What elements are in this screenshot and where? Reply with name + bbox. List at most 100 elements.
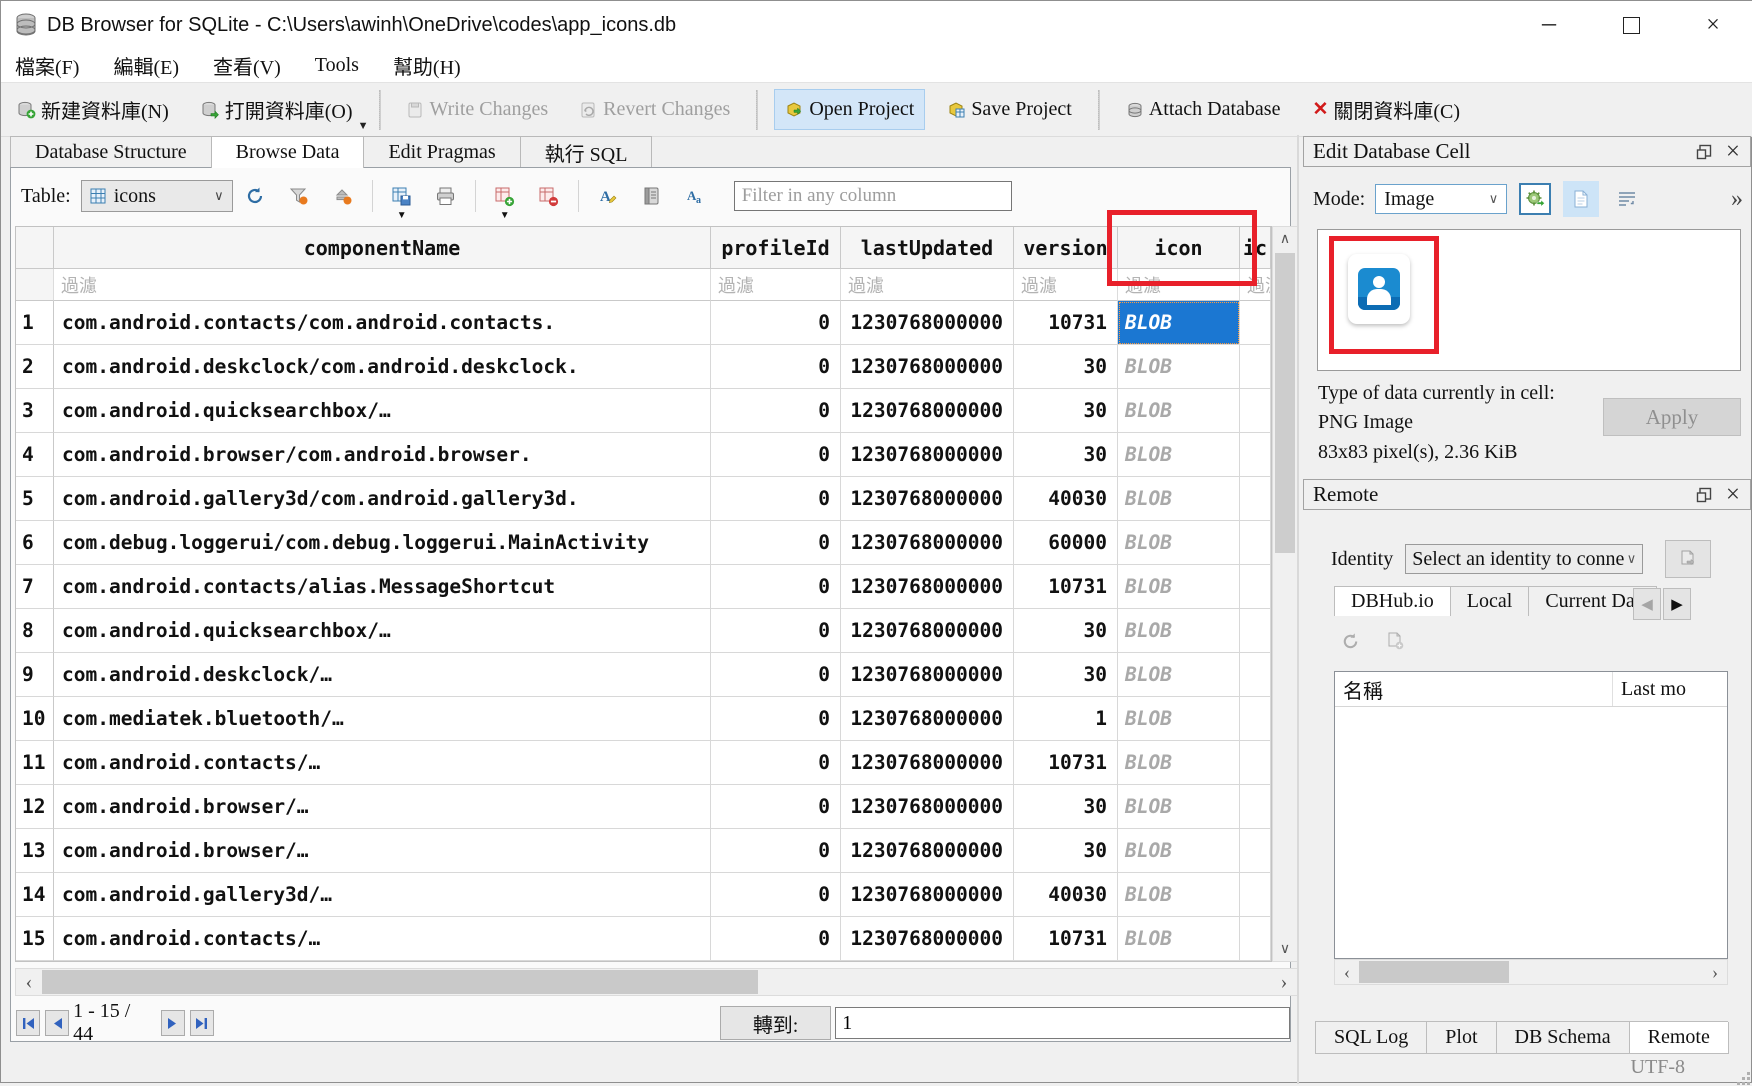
- write-changes-button[interactable]: Write Changes: [397, 90, 559, 129]
- cell-extra[interactable]: [1240, 565, 1271, 609]
- cell-icon[interactable]: BLOB: [1118, 697, 1240, 741]
- cell-icon[interactable]: BLOB: [1118, 741, 1240, 785]
- cell-version[interactable]: 30: [1014, 389, 1118, 433]
- menu-view[interactable]: 查看(V): [213, 51, 281, 80]
- cell-extra[interactable]: [1240, 477, 1271, 521]
- insert-record-button[interactable]: ▼: [488, 180, 522, 212]
- cell-profileId[interactable]: 0: [711, 345, 841, 389]
- cell-icon[interactable]: BLOB: [1118, 873, 1240, 917]
- cell-version[interactable]: 40030: [1014, 477, 1118, 521]
- float-panel-icon[interactable]: [1696, 144, 1712, 160]
- last-page-button[interactable]: [190, 1010, 214, 1036]
- remote-refresh-icon[interactable]: [1341, 632, 1360, 651]
- cell-lastUpdated[interactable]: 1230768000000: [841, 653, 1014, 697]
- clear-filter-button[interactable]: [326, 180, 360, 212]
- cell-version[interactable]: 10731: [1014, 917, 1118, 961]
- scroll-right-button[interactable]: ›: [1703, 960, 1727, 984]
- cell-profileId[interactable]: 0: [711, 477, 841, 521]
- revert-changes-button[interactable]: Revert Changes: [570, 90, 740, 129]
- cell-version[interactable]: 30: [1014, 609, 1118, 653]
- attach-database-button[interactable]: Attach Database: [1116, 90, 1291, 129]
- cell-icon[interactable]: BLOB: [1118, 829, 1240, 873]
- cell-version[interactable]: 30: [1014, 785, 1118, 829]
- cell-version[interactable]: 10731: [1014, 741, 1118, 785]
- close-button[interactable]: ×: [1683, 1, 1743, 49]
- remote-col-last-modified[interactable]: Last mo: [1613, 672, 1727, 706]
- cell-lastUpdated[interactable]: 1230768000000: [841, 565, 1014, 609]
- cell-extra[interactable]: [1240, 653, 1271, 697]
- cell-lastUpdated[interactable]: 1230768000000: [841, 873, 1014, 917]
- cell-extra[interactable]: [1240, 697, 1271, 741]
- dictionary-button[interactable]: [635, 180, 669, 212]
- first-page-button[interactable]: [16, 1010, 40, 1036]
- remote-horizontal-scrollbar[interactable]: ‹ ›: [1334, 959, 1728, 985]
- cell-profileId[interactable]: 0: [711, 829, 841, 873]
- save-project-button[interactable]: Save Project: [937, 90, 1082, 129]
- open-database-button[interactable]: 打開資料庫(O) ▼: [191, 87, 363, 132]
- cell-icon[interactable]: BLOB: [1118, 477, 1240, 521]
- delete-record-button[interactable]: [532, 180, 566, 212]
- cell-componentName[interactable]: com.android.browser/com.android.browser.: [54, 433, 711, 477]
- cell-icon[interactable]: BLOB: [1118, 609, 1240, 653]
- cell-icon[interactable]: BLOB: [1118, 785, 1240, 829]
- cell-extra[interactable]: [1240, 917, 1271, 961]
- tab-execute-sql[interactable]: 執行 SQL: [520, 136, 653, 167]
- scroll-down-button[interactable]: ∨: [1273, 937, 1297, 961]
- cell-lastUpdated[interactable]: 1230768000000: [841, 477, 1014, 521]
- cell-version[interactable]: 30: [1014, 829, 1118, 873]
- cell-profileId[interactable]: 0: [711, 565, 841, 609]
- col-header-icon[interactable]: icon: [1118, 227, 1240, 269]
- cell-lastUpdated[interactable]: 1230768000000: [841, 917, 1014, 961]
- scroll-right-button[interactable]: ›: [1271, 969, 1297, 995]
- col-header-lastUpdated[interactable]: lastUpdated: [841, 227, 1014, 269]
- cell-lastUpdated[interactable]: 1230768000000: [841, 785, 1014, 829]
- cell-version[interactable]: 30: [1014, 345, 1118, 389]
- tab-edit-pragmas[interactable]: Edit Pragmas: [363, 136, 520, 167]
- filter-partial[interactable]: 過濾: [1240, 269, 1271, 301]
- cell-componentName[interactable]: com.android.deskclock/com.android.deskcl…: [54, 345, 711, 389]
- refresh-button[interactable]: [238, 180, 272, 212]
- cell-lastUpdated[interactable]: 1230768000000: [841, 741, 1014, 785]
- float-panel-icon[interactable]: [1696, 487, 1712, 503]
- cell-componentName[interactable]: com.debug.loggerui/com.debug.loggerui.Ma…: [54, 521, 711, 565]
- remote-scrollbar-thumb[interactable]: [1359, 961, 1509, 983]
- save-results-button[interactable]: ▼: [385, 180, 419, 212]
- filter-profileId[interactable]: 過濾: [711, 269, 841, 301]
- tab-db-schema[interactable]: DB Schema: [1496, 1022, 1630, 1054]
- tab-plot[interactable]: Plot: [1426, 1022, 1496, 1054]
- col-header-partial[interactable]: ic: [1240, 227, 1271, 269]
- cell-profileId[interactable]: 0: [711, 697, 841, 741]
- filter-funnel-button[interactable]: [282, 180, 316, 212]
- tab-dbhub[interactable]: DBHub.io: [1334, 586, 1451, 616]
- cell-version[interactable]: 60000: [1014, 521, 1118, 565]
- cell-profileId[interactable]: 0: [711, 521, 841, 565]
- cell-profileId[interactable]: 0: [711, 433, 841, 477]
- previous-page-button[interactable]: [45, 1010, 69, 1036]
- cell-icon[interactable]: BLOB: [1118, 917, 1240, 961]
- cell-version[interactable]: 10731: [1014, 301, 1118, 345]
- open-project-button[interactable]: Open Project: [774, 89, 925, 130]
- filter-icon[interactable]: 過濾: [1118, 269, 1240, 301]
- remote-col-name[interactable]: 名稱: [1335, 672, 1613, 706]
- cell-lastUpdated[interactable]: 1230768000000: [841, 345, 1014, 389]
- vertical-scrollbar[interactable]: ∧ ∨: [1272, 226, 1298, 962]
- menu-edit[interactable]: 編輯(E): [113, 51, 179, 80]
- cell-extra[interactable]: [1240, 741, 1271, 785]
- cell-profileId[interactable]: 0: [711, 741, 841, 785]
- filter-any-column-input[interactable]: [734, 181, 1012, 211]
- cell-componentName[interactable]: com.android.gallery3d/com.android.galler…: [54, 477, 711, 521]
- tab-remote[interactable]: Remote: [1629, 1022, 1729, 1054]
- col-header-componentName[interactable]: componentName: [54, 227, 711, 269]
- cell-extra[interactable]: [1240, 389, 1271, 433]
- edit-display-format-button[interactable]: A: [591, 180, 625, 212]
- cell-version[interactable]: 10731: [1014, 565, 1118, 609]
- import-certificate-button[interactable]: [1665, 540, 1711, 578]
- cell-profileId[interactable]: 0: [711, 917, 841, 961]
- cell-componentName[interactable]: com.android.quicksearchbox/…: [54, 609, 711, 653]
- cell-componentName[interactable]: com.android.deskclock/…: [54, 653, 711, 697]
- cell-extra[interactable]: [1240, 433, 1271, 477]
- cell-profileId[interactable]: 0: [711, 873, 841, 917]
- cell-componentName[interactable]: com.android.browser/…: [54, 829, 711, 873]
- cell-lastUpdated[interactable]: 1230768000000: [841, 521, 1014, 565]
- close-database-button[interactable]: ✕ 關閉資料庫(C): [1302, 87, 1470, 132]
